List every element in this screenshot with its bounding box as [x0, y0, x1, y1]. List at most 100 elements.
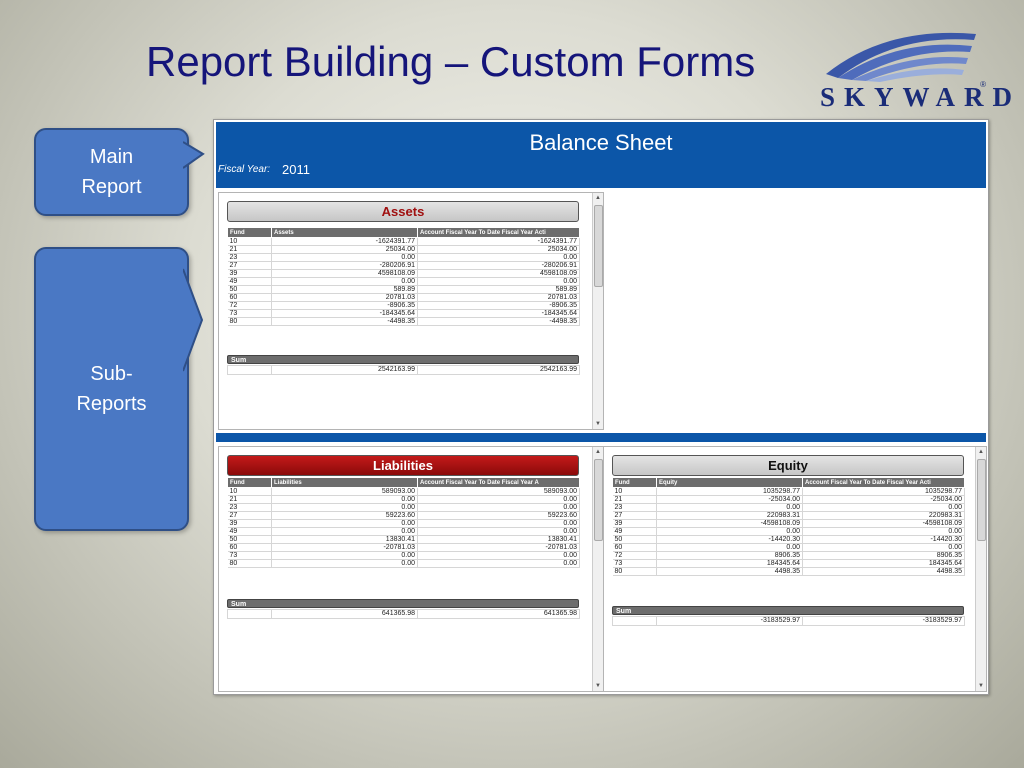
table-cell: 0.00	[271, 519, 418, 528]
table-cell: 0.00	[271, 277, 418, 286]
table-cell: 0.00	[271, 503, 418, 512]
table-row: 72 8906.35 8906.35	[612, 551, 965, 560]
table-cell: 4498.35	[656, 567, 803, 576]
scroll-down-icon[interactable]: ▼	[593, 419, 603, 429]
table-row: 21 -25034.00 -25034.00	[612, 495, 965, 504]
liabilities-scrollbar[interactable]: ▲ ▼	[592, 447, 603, 691]
table-cell: 50	[227, 535, 272, 544]
equity-col-header: Fund	[612, 477, 657, 488]
table-cell: 49	[612, 527, 657, 536]
table-cell: 21	[612, 495, 657, 504]
fiscal-year-value: 2011	[282, 162, 310, 177]
scroll-up-icon[interactable]: ▲	[593, 447, 603, 457]
table-cell: 0.00	[271, 495, 418, 504]
callout-main-line-2: Report	[81, 176, 142, 198]
sum-cell: -3183529.97	[656, 616, 803, 626]
table-row: 27 -280206.91 -280206.91	[227, 261, 580, 270]
equity-scrollbar[interactable]: ▲ ▼	[975, 447, 986, 691]
table-cell: 23	[612, 503, 657, 512]
skyward-logo: SKYWARD ®	[816, 24, 1012, 114]
table-row: 73 0.00 0.00	[227, 551, 580, 560]
liabilities-subreport: Liabilities Fund Liabilities Account Fisca…	[218, 446, 604, 692]
table-cell: 60	[227, 543, 272, 552]
table-row: 49 0.00 0.00	[227, 527, 580, 536]
table-cell: 184345.64	[802, 559, 965, 568]
scroll-thumb[interactable]	[594, 459, 603, 541]
table-cell: -8906.35	[271, 301, 418, 310]
table-row: 23 0.00 0.00	[227, 253, 580, 262]
table-cell: -1624391.77	[417, 237, 580, 246]
table-cell: 23	[227, 503, 272, 512]
table-cell: -20781.03	[417, 543, 580, 552]
table-cell: -4598108.09	[802, 519, 965, 528]
liabilities-col-header: Account Fiscal Year To Date Fiscal Year …	[417, 477, 580, 488]
table-cell: 49	[227, 277, 272, 286]
liabilities-title: Liabilities	[227, 455, 579, 476]
sum-cell: 641365.98	[417, 609, 580, 619]
report-divider-band	[216, 433, 986, 442]
equity-title: Equity	[612, 455, 964, 476]
logo-registered-mark: ®	[980, 80, 986, 89]
table-cell: 1035298.77	[656, 487, 803, 496]
table-cell: 4498.35	[802, 567, 965, 576]
logo-swoosh-icon	[826, 32, 976, 82]
table-cell: 10	[227, 487, 272, 496]
sum-cell: 641365.98	[271, 609, 418, 619]
scroll-up-icon[interactable]: ▲	[976, 447, 986, 457]
scroll-up-icon[interactable]: ▲	[593, 193, 603, 203]
assets-scrollbar[interactable]: ▲ ▼	[592, 193, 603, 429]
sum-cell	[612, 616, 657, 626]
assets-title: Assets	[227, 201, 579, 222]
table-cell: 59223.60	[417, 511, 580, 520]
table-cell: 60	[227, 293, 272, 302]
equity-col-header: Account Fiscal Year To Date Fiscal Year …	[802, 477, 965, 488]
table-row: 39 4598108.09 4598108.09	[227, 269, 580, 278]
callout-main-line-1: Main	[89, 146, 134, 168]
table-row: 80 4498.35 4498.35	[612, 567, 965, 576]
table-cell: -184345.64	[271, 309, 418, 318]
table-row: 27 220983.31 220983.31	[612, 511, 965, 520]
scroll-thumb[interactable]	[594, 205, 603, 287]
table-cell: -4598108.09	[656, 519, 803, 528]
assets-sum-label: Sum	[227, 355, 579, 364]
callout-main-pointer-icon	[183, 141, 205, 169]
table-cell: -184345.64	[417, 309, 580, 318]
table-cell: 0.00	[417, 495, 580, 504]
table-row: 39 0.00 0.00	[227, 519, 580, 528]
table-row: 72 -8906.35 -8906.35	[227, 301, 580, 310]
sum-cell: -3183529.97	[802, 616, 965, 626]
scroll-down-icon[interactable]: ▼	[976, 681, 986, 691]
logo-text: SKYWARD	[820, 82, 1022, 112]
table-cell: 73	[612, 559, 657, 568]
fiscal-year-label: Fiscal Year:	[218, 164, 271, 175]
table-cell: 0.00	[417, 519, 580, 528]
table-cell: 27	[227, 261, 272, 270]
table-cell: 59223.60	[271, 511, 418, 520]
table-cell: 21	[227, 495, 272, 504]
liabilities-sum-label: Sum	[227, 599, 579, 608]
assets-col-header: Assets	[271, 227, 418, 238]
table-cell: 0.00	[417, 253, 580, 262]
balance-sheet-report: Balance Sheet Fiscal Year: 2011 Assets F…	[213, 119, 989, 695]
table-cell: 80	[227, 559, 272, 568]
sum-cell	[227, 609, 272, 619]
table-cell: 220983.31	[802, 511, 965, 520]
table-cell: 0.00	[802, 503, 965, 512]
table-cell: 0.00	[656, 527, 803, 536]
scroll-down-icon[interactable]: ▼	[593, 681, 603, 691]
table-cell: 0.00	[417, 503, 580, 512]
table-cell: 0.00	[656, 543, 803, 552]
table-row: 23 0.00 0.00	[612, 503, 965, 512]
scroll-thumb[interactable]	[977, 459, 986, 541]
table-cell: 72	[612, 551, 657, 560]
equity-table: Fund Equity Account Fiscal Year To Date Fi…	[612, 477, 965, 576]
table-cell: 21	[227, 245, 272, 254]
table-cell: 72	[227, 301, 272, 310]
table-row: 23 0.00 0.00	[227, 503, 580, 512]
table-cell: -4498.35	[271, 317, 418, 326]
assets-sum-row: 2542163.99 2542163.99	[227, 365, 580, 375]
table-cell: 8906.35	[802, 551, 965, 560]
liabilities-table: Fund Liabilities Account Fiscal Year To Da…	[227, 477, 580, 568]
callout-sub-pointer-icon	[183, 268, 204, 372]
table-cell: -280206.91	[271, 261, 418, 270]
